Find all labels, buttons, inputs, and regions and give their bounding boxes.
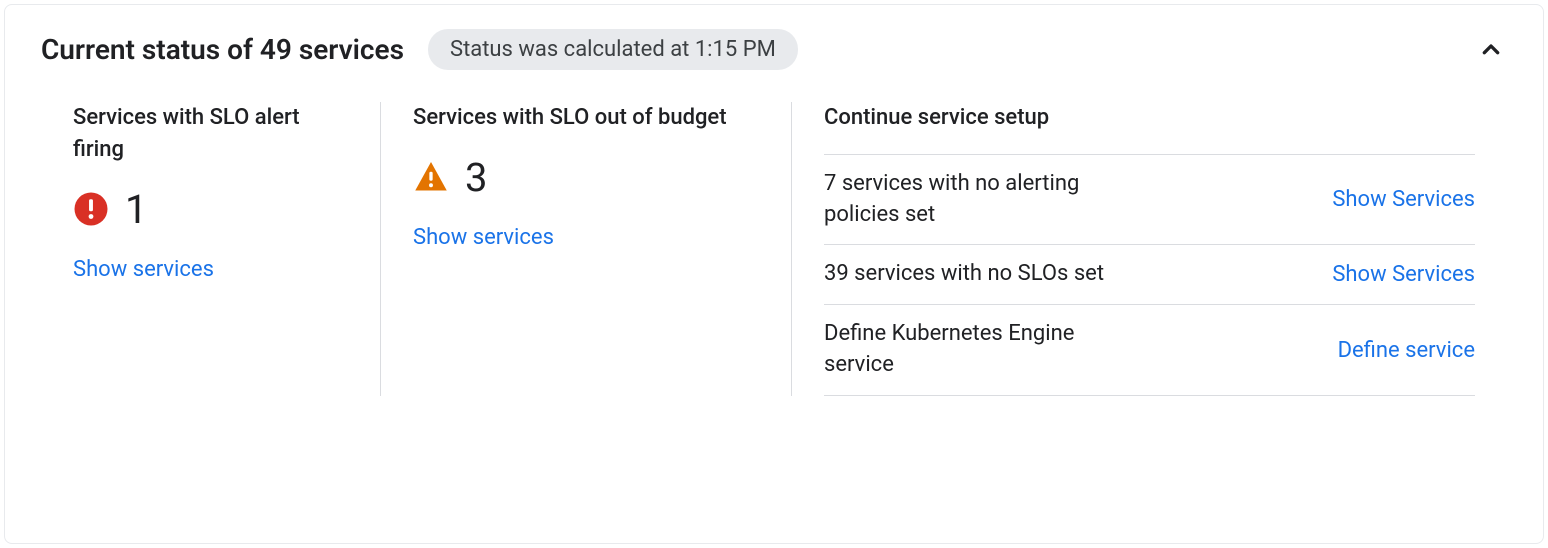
show-services-link-no-slos[interactable]: Show Services <box>1332 262 1475 287</box>
setup-row-define-k8s: Define Kubernetes Engine service Define … <box>824 305 1475 396</box>
status-timestamp-chip: Status was calculated at 1:15 PM <box>428 29 798 70</box>
setup-list: 7 services with no alerting policies set… <box>824 154 1475 396</box>
column-title-out-of-budget: Services with SLO out of budget <box>413 102 729 134</box>
column-out-of-budget: Services with SLO out of budget 3 Show s… <box>381 102 761 396</box>
status-card: Current status of 49 services Status was… <box>4 4 1544 544</box>
card-title: Current status of 49 services <box>41 33 404 66</box>
show-services-link-budget[interactable]: Show services <box>413 225 554 250</box>
metric-count-out-of-budget: 3 <box>465 154 487 201</box>
setup-row-no-slos: 39 services with no SLOs set Show Servic… <box>824 245 1475 305</box>
metric-out-of-budget: 3 <box>413 154 729 201</box>
column-title-alert-firing: Services with SLO alert firing <box>73 102 348 166</box>
error-icon <box>73 191 109 227</box>
metric-alert-firing: 1 <box>73 186 348 233</box>
show-services-link-no-alerting[interactable]: Show Services <box>1332 187 1475 212</box>
define-service-link[interactable]: Define service <box>1338 338 1475 363</box>
collapse-toggle[interactable] <box>1475 34 1507 66</box>
setup-label: 7 services with no alerting policies set <box>824 169 1124 231</box>
setup-label: 39 services with no SLOs set <box>824 259 1104 290</box>
show-services-link-alert[interactable]: Show services <box>73 257 214 282</box>
status-columns: Services with SLO alert firing 1 Show se… <box>41 102 1507 396</box>
chevron-up-icon <box>1475 34 1507 66</box>
column-alert-firing: Services with SLO alert firing 1 Show se… <box>41 102 381 396</box>
card-header: Current status of 49 services Status was… <box>41 29 1507 70</box>
column-title-continue-setup: Continue service setup <box>824 102 1475 134</box>
metric-count-alert-firing: 1 <box>125 186 147 233</box>
warning-icon <box>413 159 449 195</box>
setup-row-no-alerting: 7 services with no alerting policies set… <box>824 155 1475 246</box>
column-continue-setup: Continue service setup 7 services with n… <box>791 102 1507 396</box>
setup-label: Define Kubernetes Engine service <box>824 319 1124 381</box>
